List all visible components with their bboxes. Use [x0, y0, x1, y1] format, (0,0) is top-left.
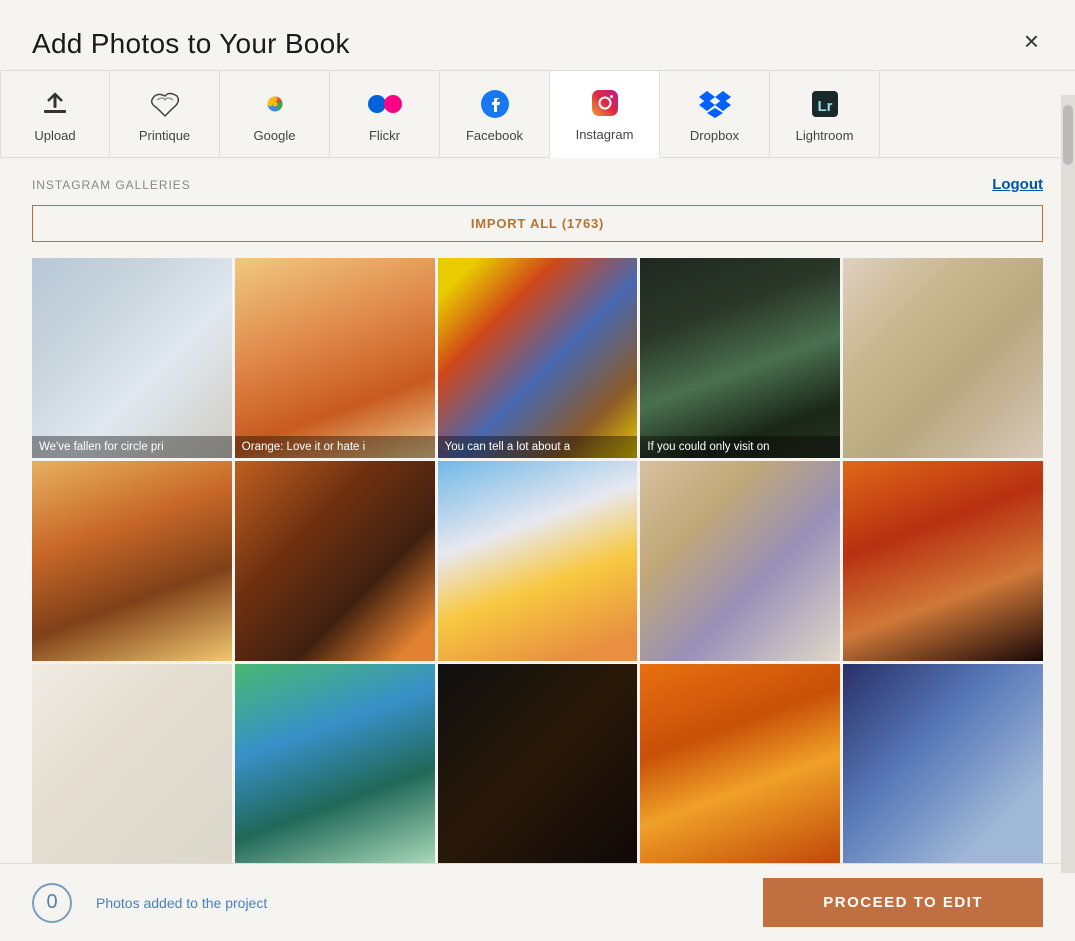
- dropbox-icon: [697, 86, 733, 122]
- tab-lightroom[interactable]: Lr Lightroom: [770, 71, 880, 157]
- footer: 0 Photos added to the project PROCEED TO…: [0, 863, 1075, 941]
- logout-button[interactable]: Logout: [992, 176, 1043, 193]
- import-all-button[interactable]: IMPORT ALL (1763): [32, 205, 1043, 242]
- content-area: INSTAGRAM Galleries Logout IMPORT ALL (1…: [0, 158, 1075, 863]
- modal-title: Add Photos to Your Book: [32, 28, 350, 60]
- photo-caption: If you could only visit on: [640, 436, 840, 458]
- photo-cell[interactable]: [32, 461, 232, 661]
- photo-cell[interactable]: You can tell a lot about a: [438, 258, 638, 458]
- tabs-row: Upload Printique: [0, 70, 1075, 158]
- tab-instagram[interactable]: Instagram: [550, 71, 660, 158]
- tab-printique-label: Printique: [139, 128, 190, 143]
- photo-grid: We've fallen for circle priOrange: Love …: [32, 258, 1043, 863]
- photos-count-badge: 0: [32, 883, 72, 923]
- photo-caption: You can tell a lot about a: [438, 436, 638, 458]
- photo-cell[interactable]: [32, 664, 232, 864]
- tab-dropbox-label: Dropbox: [690, 128, 739, 143]
- tab-upload-label: Upload: [34, 128, 75, 143]
- photos-added-text: Photos added to the project: [96, 895, 267, 911]
- photo-cell[interactable]: If you could only visit on: [640, 258, 840, 458]
- tab-google-label: Google: [254, 128, 296, 143]
- lightroom-icon: Lr: [807, 86, 843, 122]
- photo-cell[interactable]: Orange: Love it or hate i: [235, 258, 435, 458]
- photo-caption: We've fallen for circle pri: [32, 436, 232, 458]
- section-label: INSTAGRAM Galleries: [32, 178, 191, 192]
- photo-cell[interactable]: [640, 461, 840, 661]
- photo-cell[interactable]: [235, 664, 435, 864]
- tab-dropbox[interactable]: Dropbox: [660, 71, 770, 157]
- instagram-icon: [587, 85, 623, 121]
- printique-icon: [147, 86, 183, 122]
- photo-cell[interactable]: [843, 461, 1043, 661]
- modal: Add Photos to Your Book × Upload: [0, 0, 1075, 941]
- scrollbar[interactable]: [1061, 95, 1075, 873]
- tab-google[interactable]: Google: [220, 71, 330, 157]
- photo-cell[interactable]: [843, 258, 1043, 458]
- photo-cell[interactable]: [235, 461, 435, 661]
- photo-cell[interactable]: [640, 664, 840, 864]
- tab-upload[interactable]: Upload: [0, 71, 110, 157]
- section-header: INSTAGRAM Galleries Logout: [32, 176, 1043, 193]
- photo-cell[interactable]: [843, 664, 1043, 864]
- tab-flickr[interactable]: Flickr: [330, 71, 440, 157]
- tab-facebook-label: Facebook: [466, 128, 523, 143]
- photo-caption: Orange: Love it or hate i: [235, 436, 435, 458]
- tab-lightroom-label: Lightroom: [796, 128, 854, 143]
- photo-cell[interactable]: [438, 461, 638, 661]
- proceed-to-edit-button[interactable]: PROCEED TO EDIT: [763, 878, 1043, 927]
- facebook-icon: [477, 86, 513, 122]
- upload-icon: [37, 86, 73, 122]
- flickr-icon: [367, 86, 403, 122]
- modal-header: Add Photos to Your Book ×: [0, 0, 1075, 70]
- scrollbar-thumb: [1063, 105, 1073, 165]
- close-button[interactable]: ×: [1020, 28, 1043, 54]
- tab-facebook[interactable]: Facebook: [440, 71, 550, 157]
- photo-cell[interactable]: We've fallen for circle pri: [32, 258, 232, 458]
- tab-instagram-label: Instagram: [576, 127, 634, 142]
- tab-flickr-label: Flickr: [369, 128, 400, 143]
- google-icon: [257, 86, 293, 122]
- svg-text:Lr: Lr: [817, 98, 832, 115]
- photo-cell[interactable]: [438, 664, 638, 864]
- tab-printique[interactable]: Printique: [110, 71, 220, 157]
